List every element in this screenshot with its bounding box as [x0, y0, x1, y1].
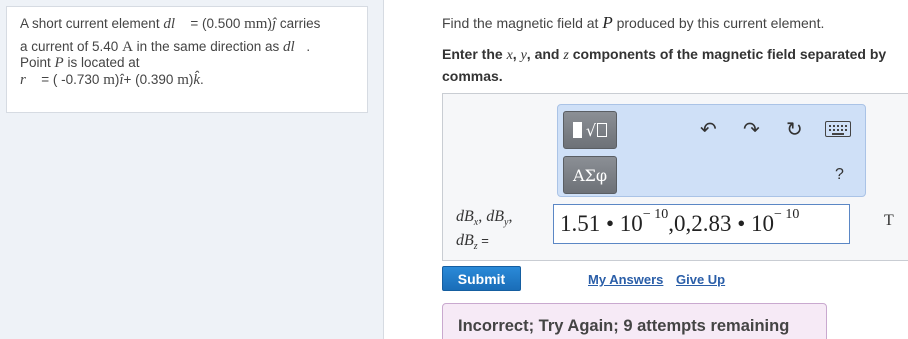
problem-text: = ( -0.730	[37, 72, 104, 87]
instruction-part: ,	[512, 46, 521, 62]
instruction-part: Enter the	[442, 46, 507, 62]
my-answers-link[interactable]: My Answers	[588, 272, 663, 287]
problem-statement: A short current element dl⃗ = (0.500 mm)…	[6, 6, 368, 113]
units-label: T	[884, 212, 894, 229]
answer-area: √ ΑΣφ ↶ ↷ ↻ ? dBx, dBy, dBz = 1.51 • 10−…	[442, 93, 908, 261]
problem-text: is located at	[63, 55, 140, 70]
problem-line-3: Point P is located at	[20, 55, 357, 71]
answer-label: dBx, dBy, dBz =	[456, 208, 512, 256]
undo-icon[interactable]: ↶	[700, 118, 717, 140]
question-part: Find the magnetic field at	[442, 15, 603, 31]
problem-text: in the same direction as	[132, 39, 283, 54]
separator: ,	[508, 208, 513, 225]
answer-value-part: ,0,2.83 • 10	[668, 211, 775, 236]
point-p: P	[54, 55, 64, 71]
give-up-link[interactable]: Give Up	[676, 272, 725, 287]
unit-m: m	[177, 72, 189, 88]
answer-exponent: − 10	[642, 207, 669, 223]
instruction-part: , and	[526, 46, 564, 62]
problem-line-2: a current of 5.40 A in the same directio…	[20, 39, 357, 55]
math-toolbar: √ ΑΣφ ↶ ↷ ↻ ?	[557, 104, 866, 197]
problem-line-1: A short current element dl⃗ = (0.500 mm)…	[20, 16, 357, 32]
problem-text: .	[200, 72, 204, 87]
greek-symbols-button[interactable]: ΑΣφ	[563, 156, 617, 194]
problem-panel: A short current element dl⃗ = (0.500 mm)…	[0, 0, 384, 339]
problem-text: = (0.500	[186, 16, 245, 31]
db-symbol: dB	[486, 208, 505, 225]
answer-value-part: 1.51 • 10	[560, 211, 643, 236]
r-vector: r⃗	[20, 72, 38, 88]
problem-text: a current of 5.40	[20, 39, 123, 54]
unit-m: m	[103, 72, 115, 88]
point-p: P	[602, 13, 613, 32]
template-square-icon	[572, 122, 582, 138]
reset-icon[interactable]: ↻	[786, 118, 803, 140]
answer-input[interactable]: 1.51 • 10− 10,0,2.83 • 10− 10	[553, 204, 850, 244]
question-part: produced by this current element.	[612, 15, 825, 31]
submit-button[interactable]: Submit	[442, 266, 521, 291]
unit-ampere: A	[122, 39, 133, 55]
help-button[interactable]: ?	[835, 166, 844, 184]
answer-panel: Find the magnetic field at P produced by…	[384, 0, 908, 339]
problem-text: .	[306, 39, 311, 54]
dl-symbol: dl⃗	[163, 16, 187, 32]
feedback-message: Incorrect; Try Again; 9 attempts remaini…	[442, 303, 827, 339]
problem-text: Point	[20, 55, 55, 70]
db-symbol: dB	[456, 232, 474, 250]
problem-line-4: r⃗ = ( -0.730 m)î+ (0.390 m)k̂.	[20, 72, 357, 88]
keyboard-icon[interactable]	[825, 121, 851, 137]
problem-text: carries	[276, 16, 321, 31]
dl-symbol: dl⃗	[282, 39, 307, 55]
db-symbol: dB	[456, 208, 474, 225]
radical-icon: √	[585, 120, 597, 140]
problem-text: A short current element	[20, 16, 164, 31]
unit-mm: mm	[244, 16, 268, 32]
templates-button[interactable]: √	[563, 111, 617, 149]
instruction-text: Enter the x, y, and z components of the …	[442, 44, 908, 86]
answer-exponent: − 10	[774, 207, 800, 223]
redo-icon[interactable]: ↷	[743, 118, 760, 140]
template-box-icon	[597, 123, 608, 137]
problem-text: + (0.390	[123, 72, 178, 87]
question-text: Find the magnetic field at P produced by…	[442, 13, 824, 33]
equals-sign: =	[477, 233, 489, 249]
